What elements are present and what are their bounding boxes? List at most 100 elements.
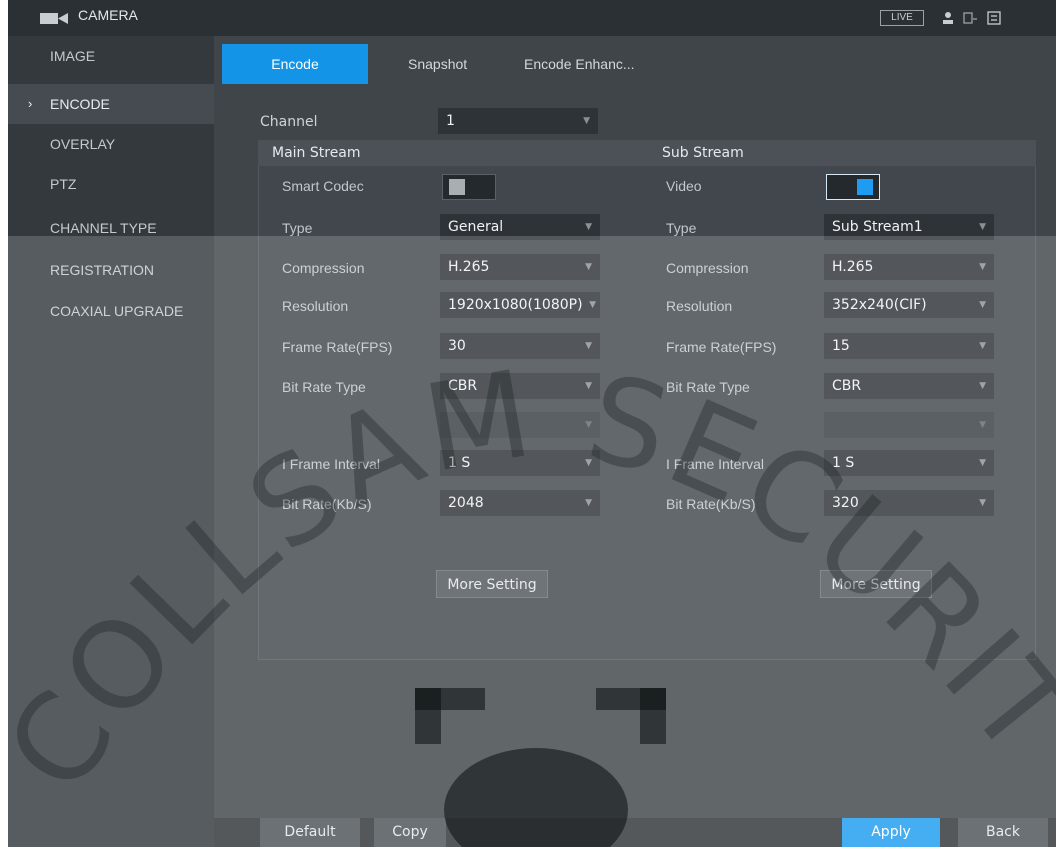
sub-type-value: Sub Stream1: [832, 219, 923, 235]
sub-bit-rate-type-label: Bit Rate Type: [666, 379, 750, 395]
sidebar-item-registration[interactable]: REGISTRATION: [8, 250, 214, 290]
sidebar-item-coaxial-upgrade[interactable]: COAXIAL UPGRADE: [8, 291, 214, 331]
chevron-down-icon: ▼: [585, 262, 592, 272]
live-button[interactable]: LIVE: [880, 10, 924, 26]
sub-frame-rate-label: Frame Rate(FPS): [666, 339, 777, 355]
sidebar-item-label: ENCODE: [50, 96, 110, 112]
main-type-select[interactable]: General ▼: [440, 214, 600, 240]
chevron-down-icon: ▼: [585, 420, 592, 430]
channel-value: 1: [446, 113, 455, 129]
footer-bar: Default Copy Apply Back: [214, 818, 1056, 847]
chevron-down-icon: ▼: [979, 381, 986, 391]
chevron-down-icon: ▼: [979, 222, 986, 232]
sidebar-item-label: CHANNEL TYPE: [50, 220, 157, 236]
sub-resolution-label: Resolution: [666, 298, 733, 314]
sub-resolution-value: 352x240(CIF): [832, 297, 927, 313]
sub-bit-rate-type-select[interactable]: CBR ▼: [824, 373, 994, 399]
apply-button[interactable]: Apply: [842, 818, 940, 847]
sub-bit-rate-type-value: CBR: [832, 378, 862, 394]
video-label: Video: [666, 178, 702, 194]
chevron-right-icon: ›: [28, 96, 33, 111]
sidebar-item-overlay[interactable]: OVERLAY: [8, 124, 214, 164]
toggle-knob: [449, 179, 465, 195]
chevron-down-icon: ▼: [979, 498, 986, 508]
sidebar-item-label: PTZ: [50, 176, 77, 192]
sub-frame-rate-value: 15: [832, 338, 850, 354]
main-resolution-select[interactable]: 1920x1080(1080P) ▼: [440, 292, 600, 318]
top-bar: CAMERA LIVE: [8, 0, 1056, 36]
sidebar-item-label: COAXIAL UPGRADE: [50, 303, 184, 319]
video-toggle[interactable]: [826, 174, 880, 200]
copy-button[interactable]: Copy: [374, 818, 446, 847]
main-resolution-value: 1920x1080(1080P): [448, 297, 583, 313]
main-compression-label: Compression: [282, 260, 365, 276]
chevron-down-icon: ▼: [979, 458, 986, 468]
sub-type-select[interactable]: Sub Stream1 ▼: [824, 214, 994, 240]
main-bit-rate-type-label: Bit Rate Type: [282, 379, 366, 395]
sub-iframe-interval-select[interactable]: 1 S ▼: [824, 450, 994, 476]
main-compression-select[interactable]: H.265 ▼: [440, 254, 600, 280]
sub-iframe-interval-value: 1 S: [832, 455, 855, 471]
smart-codec-label: Smart Codec: [282, 178, 364, 194]
main-iframe-interval-label: I Frame Interval: [282, 456, 381, 472]
main-iframe-interval-value: 1 S: [448, 455, 471, 471]
sidebar-item-label: OVERLAY: [50, 136, 116, 152]
shortcut-menu-icon[interactable]: [962, 10, 978, 26]
tab-encode[interactable]: Encode: [222, 44, 368, 84]
main-type-value: General: [448, 219, 504, 235]
settings-icon[interactable]: [986, 10, 1002, 26]
app-window: CAMERA LIVE IMAGE › ENCODE OVERLAY PTZ C…: [8, 0, 1056, 847]
main-bit-rate-type-value: CBR: [448, 378, 478, 394]
toggle-knob: [857, 179, 873, 195]
sub-more-setting-button[interactable]: More Setting: [820, 570, 932, 598]
main-more-setting-button[interactable]: More Setting: [436, 570, 548, 598]
chevron-down-icon: ▼: [585, 498, 592, 508]
main-frame-rate-value: 30: [448, 338, 466, 354]
sub-compression-label: Compression: [666, 260, 749, 276]
main-resolution-label: Resolution: [282, 298, 349, 314]
main-frame-rate-select[interactable]: 30 ▼: [440, 333, 600, 359]
main-quality-select-disabled: ▼: [440, 412, 600, 438]
chevron-down-icon: ▼: [585, 458, 592, 468]
sub-bit-rate-select[interactable]: 320 ▼: [824, 490, 994, 516]
back-button[interactable]: Back: [958, 818, 1048, 847]
chevron-down-icon: ▼: [979, 420, 986, 430]
chevron-down-icon: ▼: [589, 300, 596, 310]
sidebar-item-ptz[interactable]: PTZ: [8, 164, 214, 204]
sidebar-item-encode[interactable]: › ENCODE: [8, 84, 214, 124]
sub-type-label: Type: [666, 220, 697, 236]
default-button[interactable]: Default: [260, 818, 360, 847]
smart-codec-toggle[interactable]: [442, 174, 496, 200]
main-compression-value: H.265: [448, 259, 490, 275]
chevron-down-icon: ▼: [585, 222, 592, 232]
main-bit-rate-value: 2048: [448, 495, 484, 511]
tab-snapshot[interactable]: Snapshot: [408, 44, 467, 84]
sidebar-item-label: REGISTRATION: [50, 262, 154, 278]
stream-header-bar: [258, 140, 1036, 166]
sidebar-item-image[interactable]: IMAGE: [8, 36, 214, 76]
sub-compression-value: H.265: [832, 259, 874, 275]
sub-quality-select-disabled: ▼: [824, 412, 994, 438]
sidebar: IMAGE › ENCODE OVERLAY PTZ CHANNEL TYPE …: [8, 36, 214, 847]
main-bit-rate-type-select[interactable]: CBR ▼: [440, 373, 600, 399]
tab-encode-enhance[interactable]: Encode Enhanc...: [524, 44, 635, 84]
user-icon[interactable]: [940, 10, 956, 26]
main-stream-title: Main Stream: [272, 145, 361, 161]
sub-resolution-select[interactable]: 352x240(CIF) ▼: [824, 292, 994, 318]
chevron-down-icon: ▼: [585, 381, 592, 391]
main-type-label: Type: [282, 220, 313, 236]
channel-select[interactable]: 1 ▼: [438, 108, 598, 134]
sidebar-item-channel-type[interactable]: CHANNEL TYPE: [8, 208, 214, 248]
sub-iframe-interval-label: I Frame Interval: [666, 456, 765, 472]
chevron-down-icon: ▼: [585, 341, 592, 351]
chevron-down-icon: ▼: [979, 341, 986, 351]
sub-frame-rate-select[interactable]: 15 ▼: [824, 333, 994, 359]
tab-bar: Encode Snapshot Encode Enhanc...: [214, 44, 1056, 84]
sidebar-item-label: IMAGE: [50, 48, 96, 64]
sub-bit-rate-label: Bit Rate(Kb/S): [666, 496, 756, 512]
app-title: CAMERA: [78, 7, 138, 23]
sub-compression-select[interactable]: H.265 ▼: [824, 254, 994, 280]
main-iframe-interval-select[interactable]: 1 S ▼: [440, 450, 600, 476]
main-content: Encode Snapshot Encode Enhanc... Channel…: [214, 36, 1056, 847]
main-bit-rate-select[interactable]: 2048 ▼: [440, 490, 600, 516]
